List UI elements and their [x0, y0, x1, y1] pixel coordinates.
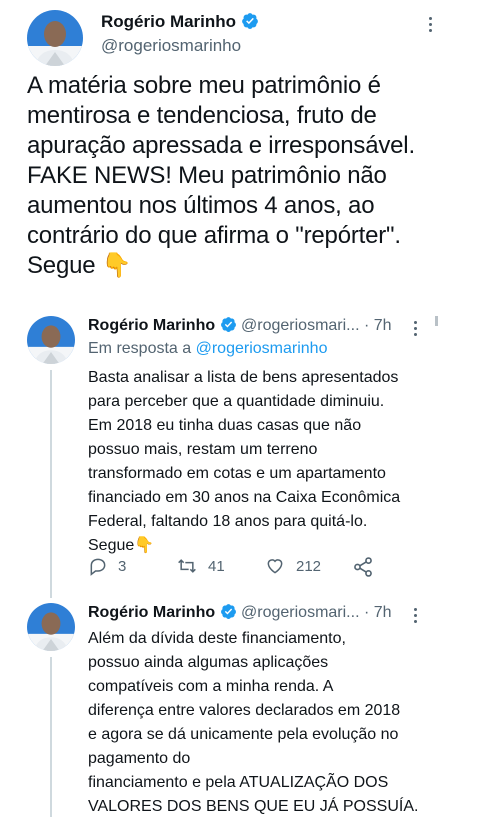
reply-header: Rogério Marinho @rogeriosmari... · 7h [88, 603, 392, 622]
like-action[interactable]: 212 [264, 556, 321, 576]
author-handle[interactable]: @rogeriosmarinho [101, 36, 241, 56]
handle-and-time[interactable]: @rogeriosmari... · 7h [241, 317, 392, 334]
avatar[interactable] [27, 316, 75, 364]
verified-badge-icon [220, 604, 236, 619]
more-options-icon[interactable] [414, 605, 417, 626]
more-options-icon[interactable] [429, 14, 432, 35]
verified-badge-icon [220, 317, 236, 332]
handle-and-time[interactable]: @rogeriosmari... · 7h [241, 604, 392, 621]
share-icon [354, 557, 372, 577]
author-name[interactable]: Rogério Marinho [88, 604, 215, 621]
retweet-action[interactable]: 41 [176, 556, 225, 576]
thread-connector-line [50, 370, 52, 598]
reply-to-handle-link[interactable]: @rogeriosmarinho [196, 340, 328, 357]
reply-action[interactable]: 3 [88, 556, 126, 576]
reply-text: Basta analisar a lista de bens apresenta… [88, 369, 401, 554]
retweet-count: 41 [208, 557, 225, 575]
reply-header: Rogério Marinho @rogeriosmari... · 7h [88, 316, 392, 335]
reply-to-line: Em resposta a @rogeriosmarinho [88, 340, 327, 358]
main-tweet-header: Rogério Marinho @rogeriosmarinho [27, 10, 467, 70]
reply-tweet-2[interactable]: Rogério Marinho @rogeriosmari... · 7h Al… [27, 603, 467, 817]
author-name[interactable]: Rogério Marinho [101, 12, 236, 31]
more-options-icon[interactable] [414, 318, 417, 339]
retweet-icon [178, 559, 196, 573]
reply-to-prefix: Em resposta a [88, 340, 192, 357]
avatar[interactable] [27, 603, 75, 651]
tweet-actions: 3 41 212 [88, 556, 448, 580]
reply-text: Além da dívida deste financiamento, poss… [88, 630, 419, 815]
reply-icon [90, 558, 106, 576]
reply-count: 3 [118, 557, 127, 575]
like-count: 212 [296, 557, 322, 575]
heart-icon [267, 559, 283, 574]
main-tweet-text: A matéria sobre meu patrimônio é mentiro… [27, 72, 415, 279]
thread-connector-line [50, 657, 52, 817]
share-action[interactable] [352, 556, 374, 578]
author-name[interactable]: Rogério Marinho [88, 317, 215, 334]
avatar[interactable] [27, 10, 83, 66]
verified-badge-icon [241, 13, 258, 29]
